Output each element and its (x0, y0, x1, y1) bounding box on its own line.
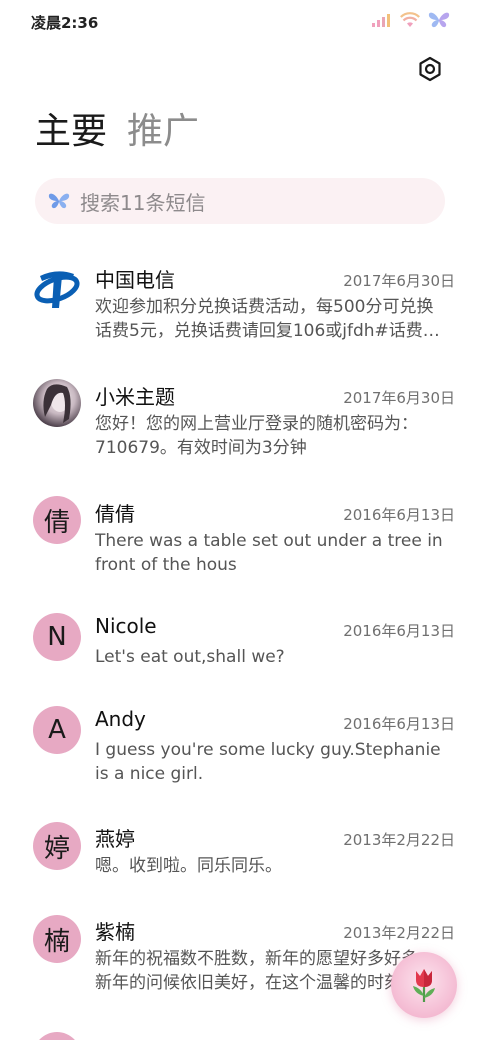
tab-bar: 主要 推广 (35, 108, 199, 156)
avatar (33, 379, 81, 427)
conversation-item[interactable]: A Andy 2016年6月13日 I guess you're some lu… (0, 675, 480, 791)
message-date: 2017年6月30日 (343, 272, 455, 290)
status-bar: 凌晨2:36 (0, 0, 480, 42)
search-placeholder: 搜索11条短信 (80, 190, 206, 215)
settings-button[interactable] (417, 56, 443, 82)
message-date: 2017年6月30日 (343, 389, 455, 407)
contact-name: 倩倩 (95, 502, 135, 526)
conversation-item[interactable]: 倩 倩倩 2016年6月13日 There was a table set ou… (0, 466, 480, 582)
message-preview: Let's eat out,shall we? (95, 647, 285, 667)
contact-name: 紫楠 (95, 920, 135, 944)
conversation-item[interactable]: N Nicole 2016年6月13日 Let's eat out,shall … (0, 582, 480, 675)
message-preview: 嗯。收到啦。同乐同乐。 (95, 856, 282, 876)
contact-name: 燕婷 (95, 827, 135, 851)
conversation-item[interactable]: 婷 燕婷 2013年2月22日 嗯。收到啦。同乐同乐。 (0, 791, 480, 884)
telecom-logo-icon (32, 262, 82, 312)
conversation-item[interactable]: 小米主题 2017年6月30日 您好！您的网上营业厅登录的随机密码为：71067… (0, 349, 480, 466)
avatar (33, 1032, 81, 1040)
contact-name: Andy (95, 707, 146, 731)
tab-promotions[interactable]: 推广 (127, 108, 199, 156)
message-date: 2016年6月13日 (343, 506, 455, 524)
message-date: 2016年6月13日 (343, 622, 455, 640)
message-date: 2016年6月13日 (343, 715, 455, 733)
contact-name: Nicole (95, 614, 157, 638)
avatar: N (33, 613, 81, 661)
contact-name: 中国电信 (95, 268, 175, 292)
compose-button[interactable] (391, 952, 457, 1018)
conversation-list: 中国电信 2017年6月30日 欢迎参加积分兑换话费活动，每500分可兑换话费5… (0, 232, 480, 1040)
wifi-icon (400, 12, 420, 27)
signal-icon (372, 14, 390, 27)
message-preview: There was a table set out under a tree i… (95, 531, 443, 575)
butterfly-icon (428, 12, 450, 28)
tulip-icon (413, 969, 435, 1002)
message-preview: I guess you're some lucky guy.Stephanie … (95, 740, 441, 784)
status-time: 凌晨2:36 (31, 14, 99, 32)
message-date: 2013年2月22日 (343, 924, 455, 942)
avatar: 倩 (33, 496, 81, 544)
message-date: 2013年2月22日 (343, 831, 455, 849)
tab-main[interactable]: 主要 (35, 108, 107, 156)
search-bar[interactable]: 搜索11条短信 (35, 178, 445, 224)
settings-icon (419, 56, 441, 82)
avatar: 婷 (33, 822, 81, 870)
status-icons (372, 11, 450, 29)
message-preview: 您好！您的网上营业厅登录的随机密码为：710679。有效时间为3分钟 (95, 414, 418, 458)
contact-name: 小米主题 (95, 385, 175, 409)
butterfly-icon (48, 193, 70, 209)
avatar: A (33, 706, 81, 754)
message-preview: 欢迎参加积分兑换话费活动，每500分可兑换话费5元，兑换话费请回复106或jfd… (95, 297, 440, 341)
photo-avatar-icon (43, 384, 71, 423)
avatar: 楠 (33, 915, 81, 963)
conversation-item[interactable]: 中国电信 2017年6月30日 欢迎参加积分兑换话费活动，每500分可兑换话费5… (0, 232, 480, 349)
